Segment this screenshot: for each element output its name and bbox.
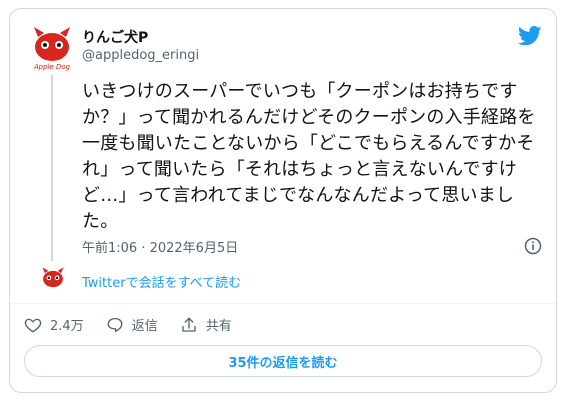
share-button[interactable]: 共有	[180, 315, 232, 334]
like-button[interactable]: 2.4万	[24, 315, 84, 334]
twitter-bird-icon[interactable]	[517, 25, 542, 47]
embedded-tweet-card: Apple Dog りんご犬P @appledog_eringi いきつけのスー…	[9, 8, 557, 393]
heart-icon	[24, 318, 42, 333]
thread-line	[51, 75, 53, 261]
like-count: 2.4万	[50, 319, 84, 334]
info-icon[interactable]	[524, 237, 542, 255]
tweet-actions: 2.4万 返信 共有	[24, 315, 254, 334]
read-conversation-link[interactable]: Twitterで会話をすべて読む	[82, 272, 241, 291]
read-replies-button[interactable]: 35件の返信を読む	[24, 345, 542, 377]
svg-text:Apple Dog: Apple Dog	[33, 63, 71, 71]
tweet-timestamp[interactable]: 午前1:06 · 2022年6月5日	[82, 237, 238, 256]
reply-button[interactable]: 返信	[106, 315, 158, 334]
divider	[10, 303, 556, 304]
author-handle[interactable]: @appledog_eringi	[82, 48, 199, 63]
author-avatar[interactable]: Apple Dog	[28, 23, 76, 71]
author-avatar-small[interactable]	[39, 265, 67, 293]
share-icon	[182, 317, 196, 332]
reply-icon	[107, 317, 123, 332]
author-name[interactable]: りんご犬P	[82, 27, 148, 47]
tweet-text: いきつけのスーパーでいつも「クーポンはお持ちですか？」って聞かれるんだけどそのク…	[82, 81, 536, 232]
reply-label: 返信	[131, 319, 158, 334]
share-label: 共有	[205, 319, 232, 334]
